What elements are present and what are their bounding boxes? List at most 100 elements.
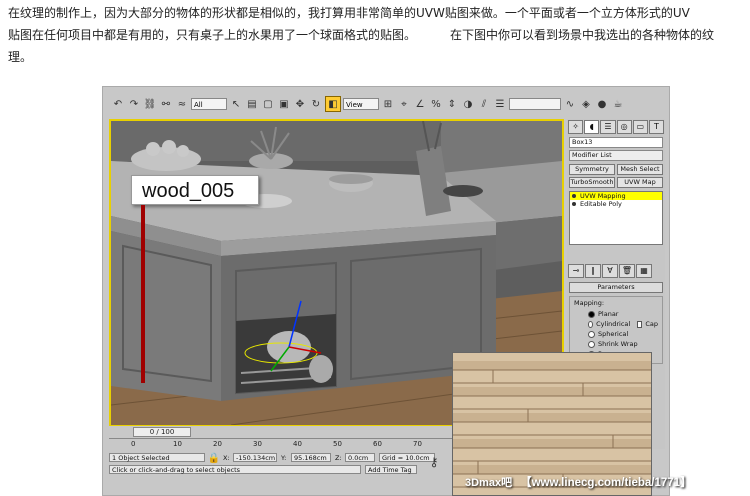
snap-icon[interactable]: ⌖	[397, 97, 411, 111]
link-icon[interactable]: ⛓	[143, 97, 157, 111]
mirror-icon[interactable]: ◑	[461, 97, 475, 111]
tick-label: 30	[253, 440, 262, 448]
named-selection-dropdown[interactable]	[509, 98, 561, 110]
add-time-tag-button[interactable]: Add Time Tag	[365, 465, 417, 474]
modify-tab-icon[interactable]: ◖	[584, 120, 600, 134]
scale-icon[interactable]: ◧	[325, 96, 341, 112]
show-end-result-icon[interactable]: ∥	[585, 264, 601, 278]
z-coordinate-field[interactable]: 0.0cm	[345, 453, 375, 462]
remove-modifier-icon[interactable]: 🗑	[619, 264, 635, 278]
radio-button[interactable]	[588, 310, 595, 318]
material-icon[interactable]: ●	[595, 97, 609, 111]
article-text: 在纹理的制作上，因为大部分的物体的形状都是相似的，我打算用非常简单的UVW贴图来…	[8, 2, 744, 68]
main-toolbar: ↶ ↷ ⛓ ⚯ ≈ All ↖ ▤ ▢ ▣ ✥ ↻ ◧ View ⊞ ⌖ ∠ %…	[111, 93, 663, 115]
render-icon[interactable]: ☕	[611, 97, 625, 111]
rotate-icon[interactable]: ↻	[309, 97, 323, 111]
turbosmooth-button[interactable]: TurboSmooth	[569, 177, 615, 188]
layer-icon[interactable]: ☰	[493, 97, 507, 111]
move-icon[interactable]: ✥	[293, 97, 307, 111]
tick-label: 40	[293, 440, 302, 448]
x-label: X:	[223, 454, 230, 462]
mapping-option-planar[interactable]: Planar	[574, 309, 658, 319]
article-line-1: 在纹理的制作上，因为大部分的物体的形状都是相似的，我打算用非常简单的UVW贴图来…	[8, 6, 690, 20]
select-name-icon[interactable]: ▤	[245, 97, 259, 111]
display-tab-icon[interactable]: ▭	[632, 120, 648, 134]
bind-icon[interactable]: ≈	[175, 97, 189, 111]
parameters-rollout[interactable]: Parameters	[569, 282, 663, 293]
article-line-2b: 在下图中你可以看到场景中我选出的各种物体的纹	[450, 28, 715, 42]
tick-label: 0	[131, 440, 136, 448]
uvw-map-button[interactable]: UVW Map	[617, 177, 663, 188]
option-label: Spherical	[598, 330, 629, 338]
mapping-label: Mapping:	[574, 299, 605, 307]
y-label: Y:	[281, 454, 287, 462]
region-icon[interactable]: ▢	[261, 97, 275, 111]
mapping-option-spherical[interactable]: Spherical	[574, 329, 658, 339]
bulb-icon[interactable]	[572, 194, 576, 198]
tick-label: 70	[413, 440, 422, 448]
undo-icon[interactable]: ↶	[111, 97, 125, 111]
bulb-icon[interactable]	[572, 202, 576, 206]
option-label: Shrink Wrap	[598, 340, 638, 348]
percent-snap-icon[interactable]: %	[429, 97, 443, 111]
watermark-brand: 3Dmax吧	[465, 477, 513, 489]
tick-label: 60	[373, 440, 382, 448]
mapping-option-shrink-wrap[interactable]: Shrink Wrap	[574, 339, 658, 349]
cap-checkbox[interactable]	[637, 320, 643, 328]
material-label-callout: wood_005	[131, 175, 259, 205]
lock-icon[interactable]: 🔒	[208, 451, 220, 465]
z-label: Z:	[335, 454, 342, 462]
stack-item-editable-poly[interactable]: Editable Poly	[570, 200, 662, 208]
selection-filter-dropdown[interactable]: All	[191, 98, 227, 110]
object-name-field[interactable]: Box13	[569, 137, 663, 148]
tick-label: 50	[333, 440, 342, 448]
option-label: Planar	[598, 310, 619, 318]
modifier-buttons: Symmetry Mesh Select TurboSmooth UVW Map	[569, 164, 663, 188]
create-tab-icon[interactable]: ✧	[568, 120, 584, 134]
key-icon[interactable]: ⚷	[427, 455, 441, 469]
article-line-3: 理。	[8, 50, 33, 64]
modifier-stack: UVW Mapping Editable Poly	[569, 191, 663, 245]
coord-system-dropdown[interactable]: View	[343, 98, 379, 110]
tick-label: 10	[173, 440, 182, 448]
watermark-url: 【www.linecg.com/tieba/1771】	[520, 477, 692, 489]
selection-count: 1 Object Selected	[109, 453, 205, 462]
motion-tab-icon[interactable]: ◎	[616, 120, 632, 134]
stack-controls: ⊸ ∥ ∀ 🗑 ▦	[567, 263, 665, 279]
align-icon[interactable]: ⫽	[477, 97, 491, 111]
radio-button[interactable]	[588, 330, 595, 338]
window-icon[interactable]: ▣	[277, 97, 291, 111]
stack-item-uvw-mapping[interactable]: UVW Mapping	[570, 192, 662, 200]
mapping-option-cylindrical[interactable]: Cylindrical Cap	[574, 319, 658, 329]
redo-icon[interactable]: ↷	[127, 97, 141, 111]
spinner-snap-icon[interactable]: ⇕	[445, 97, 459, 111]
symmetry-button[interactable]: Symmetry	[569, 164, 615, 175]
schematic-icon[interactable]: ◈	[579, 97, 593, 111]
stack-item-label: UVW Mapping	[580, 192, 626, 200]
select-icon[interactable]: ↖	[229, 97, 243, 111]
cap-label: Cap	[645, 320, 658, 328]
prompt-line: Click or click-and-drag to select object…	[109, 465, 361, 474]
callout-pointer-line	[141, 205, 145, 383]
stack-item-label: Editable Poly	[580, 200, 622, 208]
article-line-2: 贴图在任何项目中都是有用的，只有桌子上的水果用了一个球面格式的贴图。 在下图中你可…	[8, 24, 744, 46]
hierarchy-tab-icon[interactable]: ☰	[600, 120, 616, 134]
y-coordinate-field[interactable]: 95.168cm	[291, 453, 331, 462]
option-label: Cylindrical	[596, 320, 631, 328]
pin-stack-icon[interactable]: ⊸	[568, 264, 584, 278]
mesh-select-button[interactable]: Mesh Select	[617, 164, 663, 175]
pivot-icon[interactable]: ⊞	[381, 97, 395, 111]
make-unique-icon[interactable]: ∀	[602, 264, 618, 278]
utilities-tab-icon[interactable]: T	[648, 120, 665, 134]
angle-snap-icon[interactable]: ∠	[413, 97, 427, 111]
command-panel-tabs: ✧ ◖ ☰ ◎ ▭ T	[567, 119, 665, 135]
configure-sets-icon[interactable]: ▦	[636, 264, 652, 278]
curve-icon[interactable]: ∿	[563, 97, 577, 111]
radio-button[interactable]	[588, 320, 594, 328]
time-slider[interactable]: 0 / 100	[133, 427, 191, 437]
unlink-icon[interactable]: ⚯	[159, 97, 173, 111]
radio-button[interactable]	[588, 340, 595, 348]
modifier-list-dropdown[interactable]: Modifier List	[569, 150, 663, 161]
article-line-2a: 贴图在任何项目中都是有用的，只有桌子上的水果用了一个球面格式的贴图。	[8, 28, 417, 42]
x-coordinate-field[interactable]: -150.134cm	[233, 453, 277, 462]
